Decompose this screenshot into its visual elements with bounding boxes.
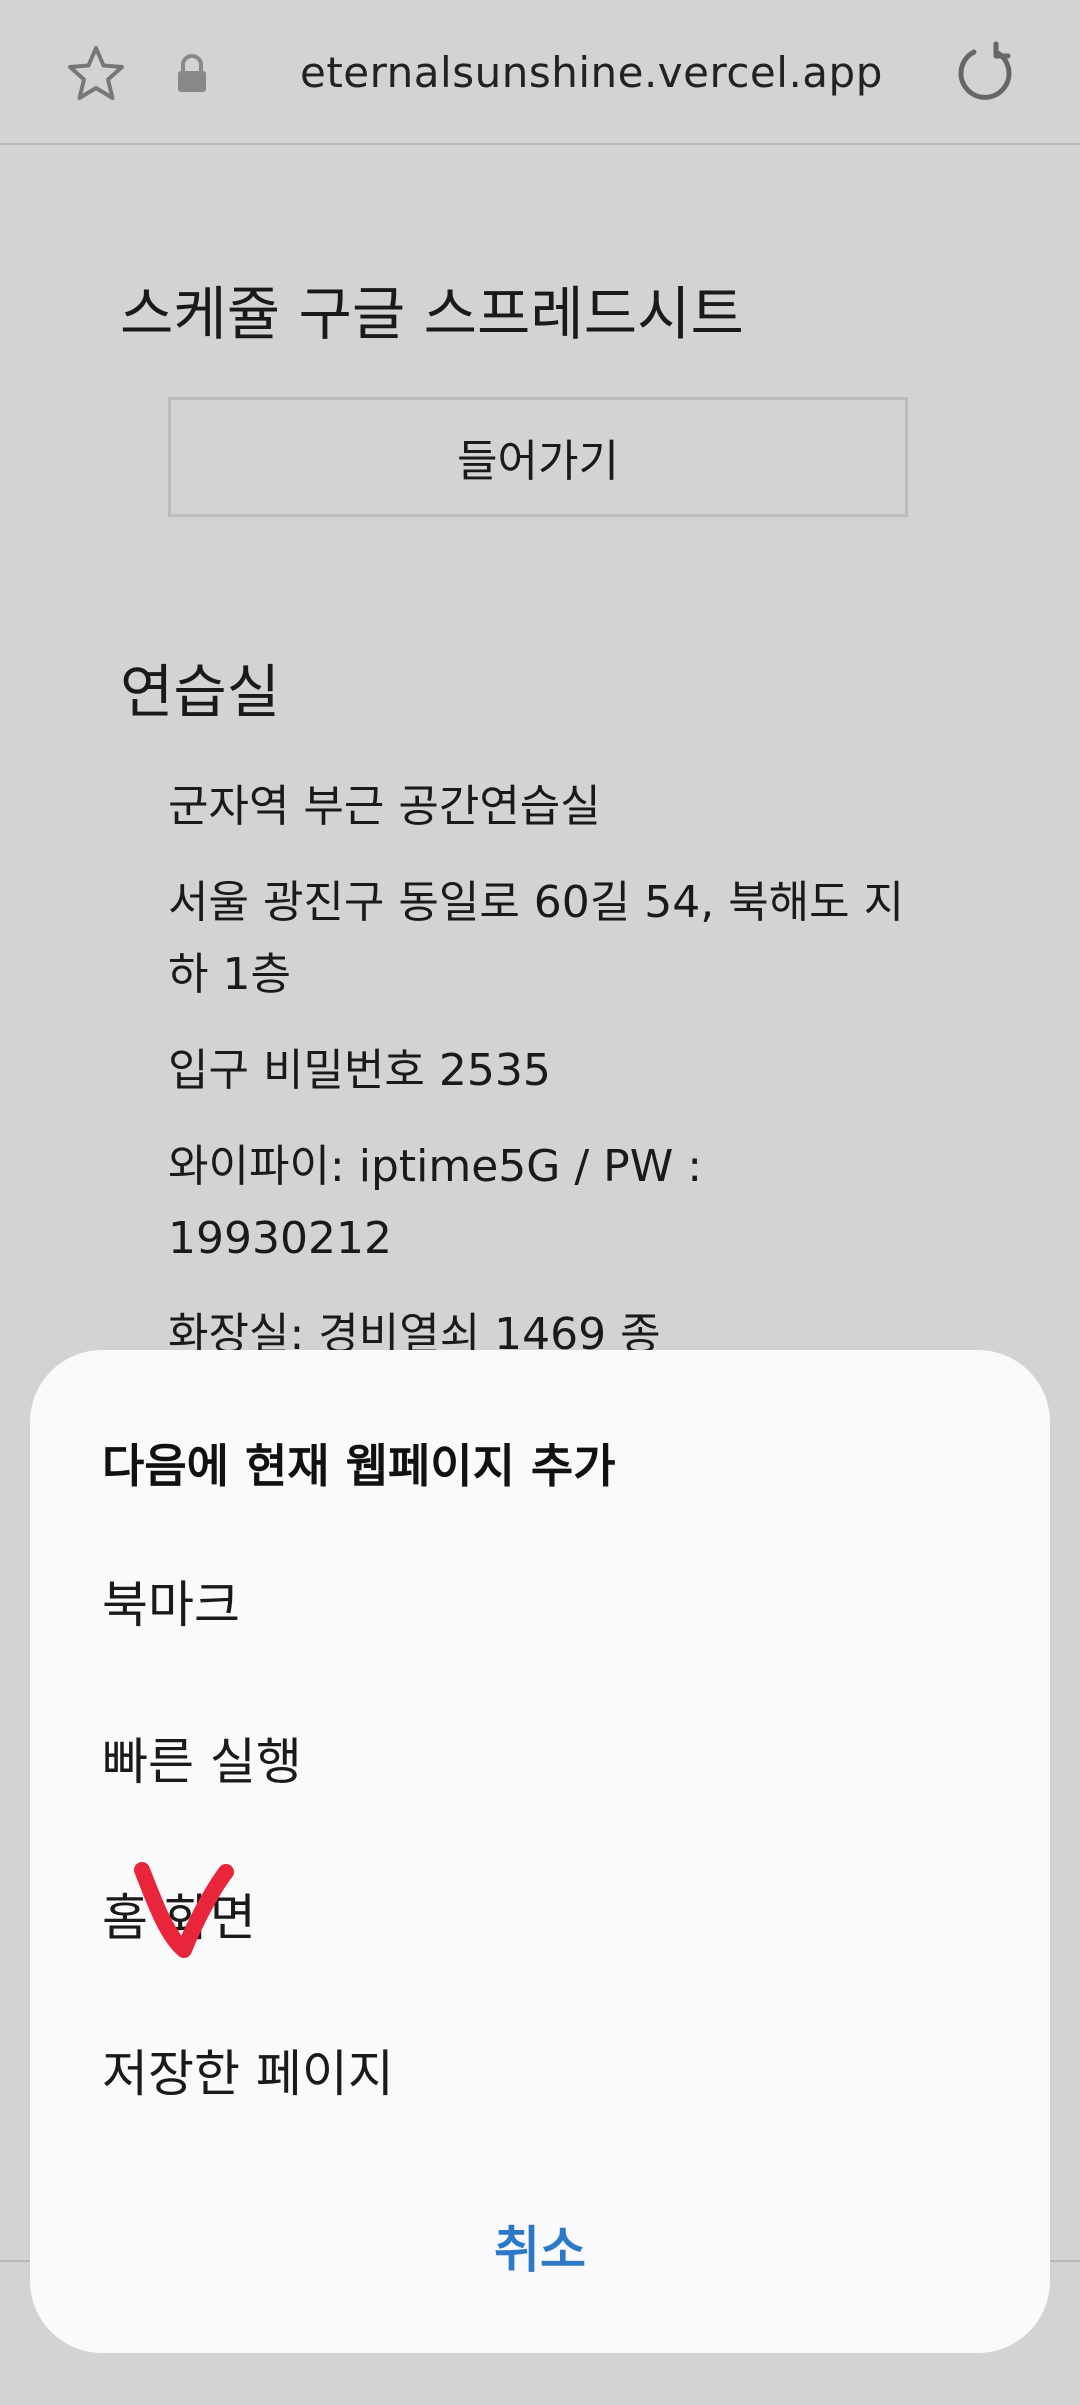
info-line: 입구 비밀번호 2535 xyxy=(168,1045,551,1096)
sheet-item-saved-pages[interactable]: 저장한 페이지 xyxy=(102,2034,394,2106)
check-mark-annotation xyxy=(134,1862,234,1958)
address-bar: eternalsunshine.vercel.app xyxy=(0,0,1080,145)
reload-icon[interactable] xyxy=(952,40,1018,106)
sheet-title: 다음에 현재 웹페이지 추가 xyxy=(102,1439,616,1493)
info-line: 서울 광진구 동일로 60길 54, 북해도 지하 1층 xyxy=(168,877,905,1000)
cancel-button[interactable]: 취소 xyxy=(30,2210,1050,2282)
lock-icon xyxy=(178,54,206,92)
url-text[interactable]: eternalsunshine.vercel.app xyxy=(300,48,883,97)
info-line: 와이파이: iptime5G / PW : 19930212 xyxy=(168,1141,703,1264)
schedule-title: 스케쥴 구글 스프레드시트 xyxy=(120,280,744,348)
info-line: 군자역 부근 공간연습실 xyxy=(168,781,601,832)
star-icon[interactable] xyxy=(64,42,128,106)
enter-button[interactable]: 들어가기 xyxy=(168,397,908,517)
sheet-item-bookmark[interactable]: 북마크 xyxy=(102,1565,240,1637)
sheet-item-quick-access[interactable]: 빠른 실행 xyxy=(102,1722,302,1794)
studio-title: 연습실 xyxy=(120,658,281,726)
